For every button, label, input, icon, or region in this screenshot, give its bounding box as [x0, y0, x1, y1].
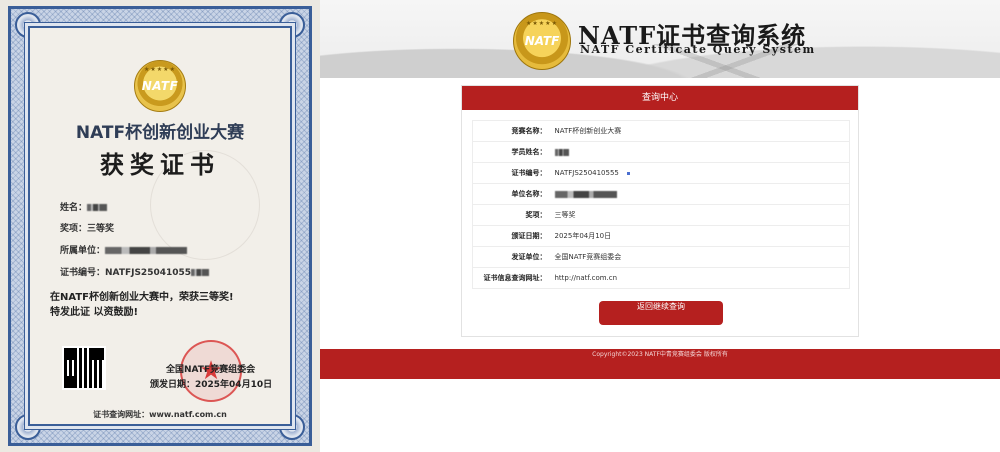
site-footer: Copyright©2023 NATF中青竞赛组委会 版权所有	[320, 349, 1000, 379]
field-value: NATFJS250410555	[550, 162, 850, 184]
cert-query-url: 证书查询网址：www.natf.com.cn	[93, 410, 227, 419]
cert-number-label: 证书编号：	[60, 268, 106, 278]
redacted-text	[191, 269, 210, 276]
natf-logo: ★★★★★ NATF	[134, 60, 186, 112]
redacted-text	[87, 204, 108, 211]
site-title-en: NATF Certificate Query System	[580, 43, 816, 56]
site-header: ★★★★★ NATF NATF证书查询系统 NATF Certificate Q…	[320, 0, 1000, 78]
table-row: 发证单位： 全国NATF竞赛组委会	[472, 246, 850, 268]
award-statement: 在NATF杯创新创业大赛中，荣获三等奖! 特发此证 以资鼓励!	[50, 292, 234, 318]
table-row: 奖项： 三等奖	[472, 204, 850, 226]
field-value: 全国NATF竞赛组委会	[550, 246, 850, 268]
field-value	[550, 141, 850, 163]
redacted-text	[554, 148, 569, 156]
cert-name-row: 姓名：	[60, 200, 108, 213]
field-label: 奖项：	[472, 204, 551, 226]
cert-name-label: 姓名：	[60, 203, 88, 213]
field-label: 证书信息查询网址：	[472, 267, 551, 289]
cert-number-row: 证书编号：NATFJS25041055	[60, 265, 210, 278]
field-label: 证书编号：	[472, 162, 551, 184]
qr-code	[62, 346, 106, 390]
cert-award-label: 奖项：	[60, 224, 88, 234]
natf-logo: ★★★★★ NATF	[513, 12, 571, 70]
table-row: 颁证日期： 2025年04月10日	[472, 225, 850, 247]
cert-award-row: 奖项：三等奖	[60, 221, 114, 234]
back-to-query-button[interactable]: 返回继续查询	[599, 301, 723, 325]
field-label: 学员姓名：	[472, 141, 551, 163]
redacted-text	[105, 247, 188, 254]
table-row: 单位名称：	[472, 183, 850, 205]
redacted-text	[554, 190, 617, 198]
query-website: ★★★★★ NATF NATF证书查询系统 NATF Certificate Q…	[320, 0, 1000, 452]
table-row: 学员姓名：	[472, 141, 850, 163]
field-value: NATF杯创新创业大赛	[550, 120, 850, 142]
certificate-title: NATF杯创新创业大赛	[75, 123, 245, 143]
table-row: 证书编号： NATFJS250410555	[472, 162, 850, 184]
certificate-subtitle: 获奖证书	[100, 150, 220, 179]
cert-unit-label: 所属单位：	[60, 246, 106, 256]
cert-unit-row: 所属单位：	[60, 243, 188, 256]
cert-number-value: NATFJS25041055	[105, 268, 192, 278]
field-value	[550, 183, 850, 205]
cert-award-value: 三等奖	[87, 224, 115, 234]
field-label: 颁证日期：	[472, 225, 551, 247]
redacted-mark	[626, 171, 630, 175]
field-value: 三等奖	[550, 204, 850, 226]
table-row: 竞赛名称： NATF杯创新创业大赛	[472, 120, 850, 142]
field-label: 单位名称：	[472, 183, 551, 205]
field-label: 竞赛名称：	[472, 120, 551, 142]
panel-title: 查询中心	[462, 86, 858, 110]
field-value: http://natf.com.cn	[550, 267, 850, 289]
field-value: 2025年04月10日	[550, 225, 850, 247]
cert-issue-date: 颁发日期：2025年04月10日	[150, 380, 273, 390]
table-row: 证书信息查询网址： http://natf.com.cn	[472, 267, 850, 289]
certificate-info-table: 竞赛名称： NATF杯创新创业大赛 学员姓名： 证书编号： NATFJS2504…	[472, 120, 850, 289]
field-label: 发证单位：	[472, 246, 551, 268]
query-panel: 查询中心 竞赛名称： NATF杯创新创业大赛 学员姓名： 证书编号： NATFJ…	[461, 85, 859, 337]
certificate-image: ★★★★★ NATF NATF杯创新创业大赛 获奖证书 姓名： 奖项：三等奖 所…	[0, 0, 320, 452]
cert-issuer: 全国NATF竞赛组委会	[166, 365, 256, 375]
